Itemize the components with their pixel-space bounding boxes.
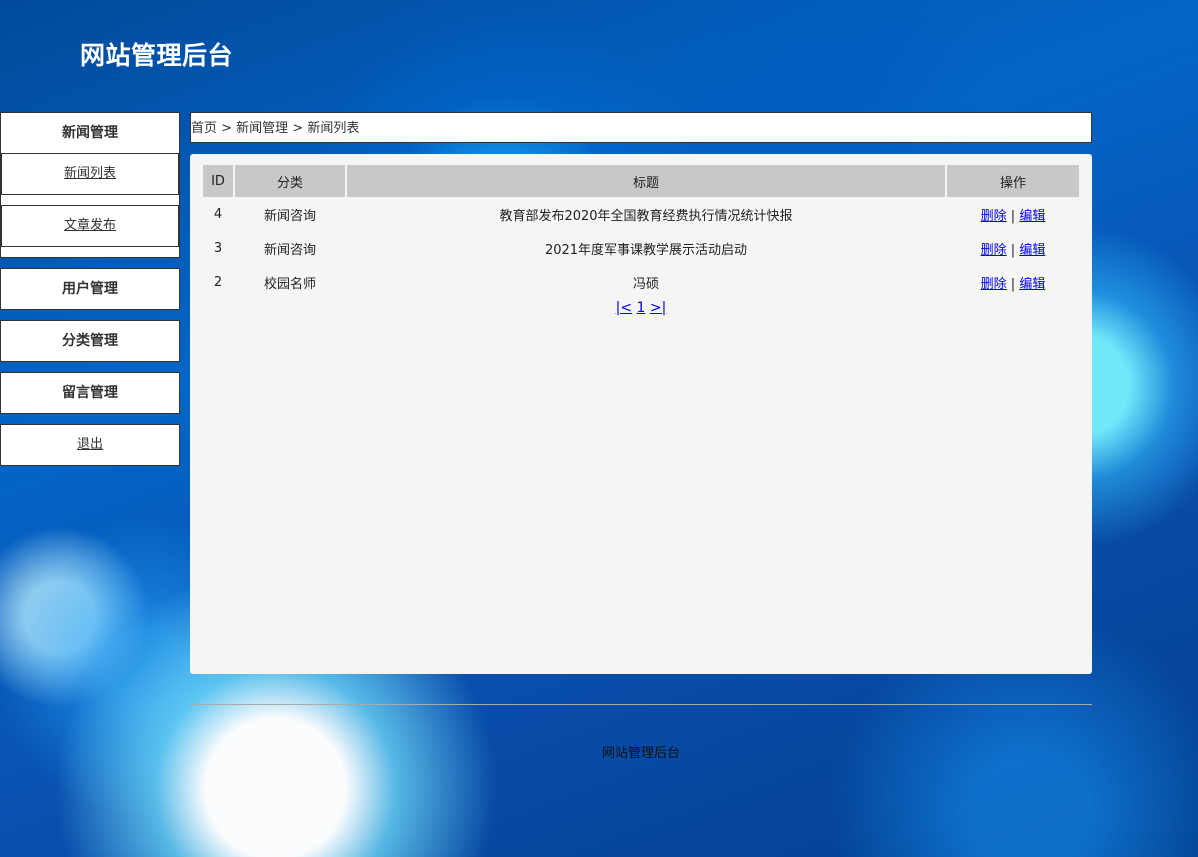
pager: |< 1 >| xyxy=(190,300,1092,316)
nav-group-news: 新闻管理 新闻列表 文章发布 xyxy=(0,112,180,258)
nav-heading-news[interactable]: 新闻管理 xyxy=(1,113,179,153)
nav-group-messages: 留言管理 xyxy=(0,372,180,414)
delete-link[interactable]: 删除 xyxy=(981,209,1007,224)
column-header-id: ID xyxy=(203,165,233,197)
pager-first-link[interactable]: |< xyxy=(616,300,632,316)
pager-last-link[interactable]: >| xyxy=(650,300,666,316)
cell-title: 教育部发布2020年全国教育经费执行情况统计快报 xyxy=(499,208,793,224)
action-separator: | xyxy=(1006,276,1020,292)
nav-heading-categories[interactable]: 分类管理 xyxy=(1,321,179,361)
cell-actions: 删除 | 编辑 xyxy=(947,197,1079,231)
edit-link[interactable]: 编辑 xyxy=(1019,243,1045,258)
nav-group-users: 用户管理 xyxy=(0,268,180,310)
breadcrumb: 首页 > 新闻管理 > 新闻列表 xyxy=(190,112,1092,143)
news-table: ID 分类 标题 操作 4 新闻咨询 教育部发布2020年全国教育经费执行情况统… xyxy=(201,165,1081,299)
sidebar: 新闻管理 新闻列表 文章发布 用户管理 分类管理 留言管理 退出 xyxy=(0,112,180,476)
nav-group-logout: 退出 xyxy=(0,424,180,466)
cell-title: 2021年度军事课教学展示活动启动 xyxy=(544,242,748,258)
action-separator: | xyxy=(1006,242,1020,258)
cell-category: 新闻咨询 xyxy=(263,208,316,224)
cell-category: 校园名师 xyxy=(263,276,316,292)
content-panel: ID 分类 标题 操作 4 新闻咨询 教育部发布2020年全国教育经费执行情况统… xyxy=(190,154,1092,674)
cell-id: 2 xyxy=(213,274,223,290)
delete-link[interactable]: 删除 xyxy=(981,277,1007,292)
cell-actions: 删除 | 编辑 xyxy=(947,231,1079,265)
table-row: 2 校园名师 冯硕 删除 | 编辑 xyxy=(203,265,1079,299)
logout-link[interactable]: 退出 xyxy=(1,425,179,465)
pager-page-link[interactable]: 1 xyxy=(637,300,646,316)
column-header-title: 标题 xyxy=(347,165,945,197)
cell-category: 新闻咨询 xyxy=(263,242,316,258)
table-header-row: ID 分类 标题 操作 xyxy=(203,165,1079,197)
cell-title: 冯硕 xyxy=(632,276,659,292)
edit-link[interactable]: 编辑 xyxy=(1019,277,1045,292)
edit-link[interactable]: 编辑 xyxy=(1019,209,1045,224)
site-title: 网站管理后台 xyxy=(80,41,234,70)
column-header-category: 分类 xyxy=(235,165,345,197)
cell-id: 3 xyxy=(213,240,223,256)
nav-heading-messages[interactable]: 留言管理 xyxy=(1,373,179,413)
column-header-actions: 操作 xyxy=(947,165,1079,197)
table-row: 4 新闻咨询 教育部发布2020年全国教育经费执行情况统计快报 删除 | 编辑 xyxy=(203,197,1079,231)
table-row: 3 新闻咨询 2021年度军事课教学展示活动启动 删除 | 编辑 xyxy=(203,231,1079,265)
footer-text: 网站管理后台 xyxy=(601,746,680,761)
nav-item-article-publish[interactable]: 文章发布 xyxy=(1,205,179,247)
action-separator: | xyxy=(1006,208,1020,224)
nav-group-categories: 分类管理 xyxy=(0,320,180,362)
nav-heading-users[interactable]: 用户管理 xyxy=(1,269,179,309)
delete-link[interactable]: 删除 xyxy=(981,243,1007,258)
cell-actions: 删除 | 编辑 xyxy=(947,265,1079,299)
cell-id: 4 xyxy=(213,206,223,222)
footer-divider xyxy=(190,704,1092,705)
nav-item-news-list[interactable]: 新闻列表 xyxy=(1,153,179,195)
